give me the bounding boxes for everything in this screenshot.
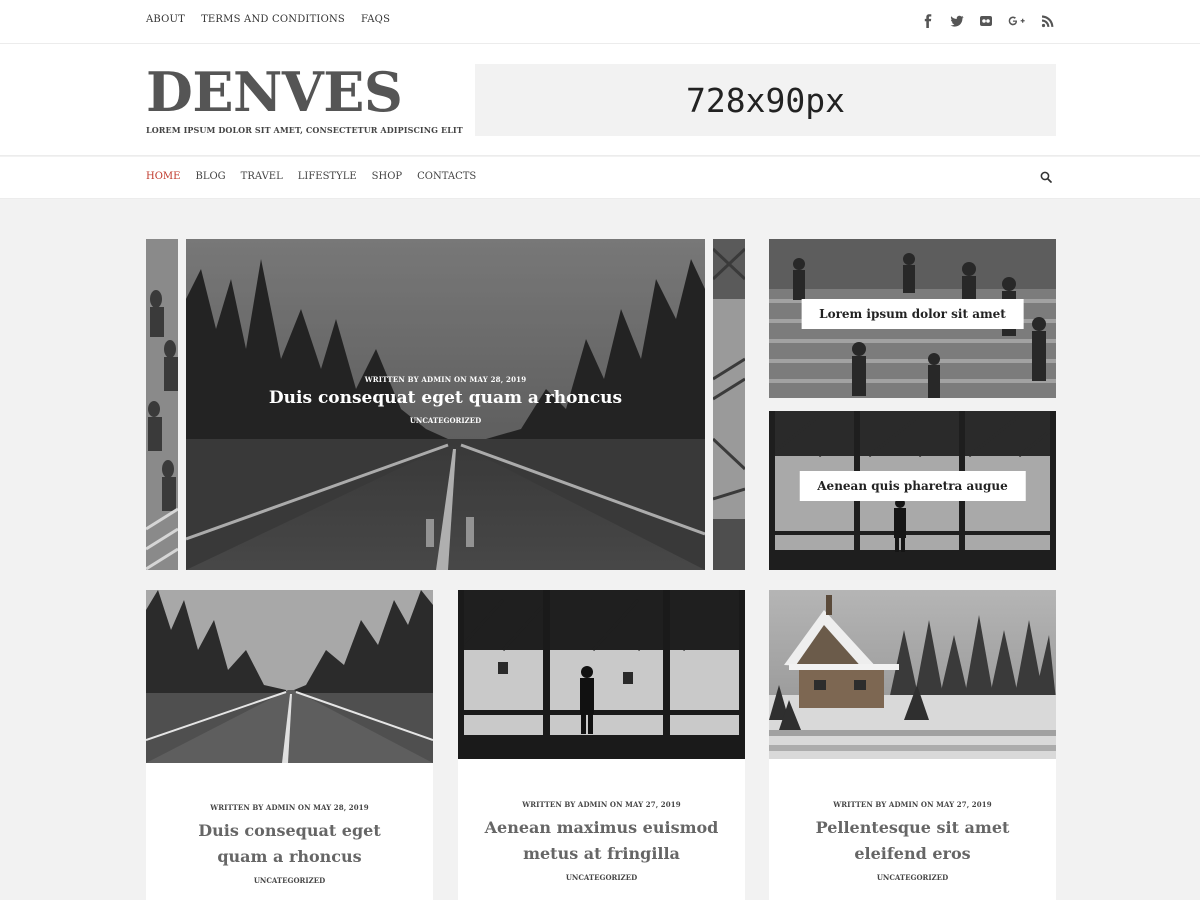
nav-item-travel[interactable]: TRAVEL bbox=[241, 171, 283, 182]
site-header: DENVES LOREM IPSUM DOLOR SIT AMET, CONSE… bbox=[0, 44, 1200, 156]
slider-caption: WRITTEN BY ADMIN ON MAY 28, 2019 Duis co… bbox=[186, 375, 705, 425]
side-feature-2[interactable]: Aenean quis pharetra augue bbox=[769, 411, 1056, 570]
top-nav: ABOUT TERMS AND CONDITIONS FAQS bbox=[146, 14, 390, 25]
search-icon[interactable] bbox=[1040, 171, 1054, 185]
slider-prev-peek[interactable] bbox=[146, 239, 178, 570]
post-card-1-body: WRITTEN BY ADMIN ON MAY 28, 2019 Duis co… bbox=[146, 803, 433, 885]
post-meta: WRITTEN BY ADMIN ON MAY 28, 2019 bbox=[210, 803, 369, 812]
nav-item-contacts[interactable]: CONTACTS bbox=[417, 171, 476, 182]
post-meta: WRITTEN BY ADMIN ON MAY 27, 2019 bbox=[833, 800, 992, 809]
slider-main-slide[interactable]: WRITTEN BY ADMIN ON MAY 28, 2019 Duis co… bbox=[186, 239, 705, 570]
post-card-3-body: WRITTEN BY ADMIN ON MAY 27, 2019 Pellent… bbox=[769, 800, 1056, 882]
rss-icon[interactable] bbox=[1040, 12, 1056, 30]
post-title[interactable]: Aenean maximus euismod metus at fringill… bbox=[484, 815, 719, 867]
snow-cabin-thumb bbox=[769, 590, 1056, 759]
post-meta: WRITTEN BY ADMIN ON MAY 27, 2019 bbox=[522, 800, 681, 809]
nav-item-home[interactable]: HOME bbox=[146, 171, 180, 182]
post-thumbnail-1[interactable] bbox=[146, 590, 433, 763]
top-link-terms[interactable]: TERMS AND CONDITIONS bbox=[201, 14, 345, 25]
site-logo[interactable]: DENVES bbox=[146, 62, 403, 122]
main-nav: HOME BLOG TRAVEL LIFESTYLE SHOP CONTACTS bbox=[0, 157, 1200, 199]
slider-title[interactable]: Duis consequat eget quam a rhoncus bbox=[186, 388, 705, 408]
slider-category[interactable]: UNCATEGORIZED bbox=[186, 416, 705, 425]
side-feature-2-title[interactable]: Aenean quis pharetra augue bbox=[799, 471, 1026, 501]
post-card-2-body: WRITTEN BY ADMIN ON MAY 27, 2019 Aenean … bbox=[458, 800, 745, 882]
ad-banner-text: 728x90px bbox=[686, 80, 845, 120]
post-card-3[interactable]: WRITTEN BY ADMIN ON MAY 27, 2019 Pellent… bbox=[769, 590, 1056, 900]
top-link-faqs[interactable]: FAQS bbox=[361, 14, 390, 25]
post-category[interactable]: UNCATEGORIZED bbox=[172, 876, 407, 885]
twitter-icon[interactable] bbox=[949, 12, 965, 30]
flickr-icon[interactable] bbox=[978, 12, 994, 30]
post-card-2[interactable]: WRITTEN BY ADMIN ON MAY 27, 2019 Aenean … bbox=[458, 590, 745, 900]
post-title[interactable]: Duis consequat eget quam a rhoncus bbox=[172, 818, 407, 870]
post-thumbnail-2[interactable] bbox=[458, 590, 745, 759]
side-feature-1[interactable]: Lorem ipsum dolor sit amet bbox=[769, 239, 1056, 398]
post-category[interactable]: UNCATEGORIZED bbox=[795, 873, 1030, 882]
slider-next-peek[interactable] bbox=[713, 239, 745, 570]
hangar-thumb bbox=[458, 590, 745, 759]
slider-meta: WRITTEN BY ADMIN ON MAY 28, 2019 bbox=[364, 375, 527, 384]
facebook-icon[interactable] bbox=[920, 12, 936, 30]
forest-road-thumb bbox=[146, 590, 433, 763]
post-category[interactable]: UNCATEGORIZED bbox=[484, 873, 719, 882]
side-feature-1-title[interactable]: Lorem ipsum dolor sit amet bbox=[801, 299, 1024, 329]
top-bar: ABOUT TERMS AND CONDITIONS FAQS bbox=[0, 0, 1200, 44]
post-card-1[interactable]: WRITTEN BY ADMIN ON MAY 28, 2019 Duis co… bbox=[146, 590, 433, 900]
google-plus-icon[interactable] bbox=[1007, 12, 1027, 30]
site-tagline: LOREM IPSUM DOLOR SIT AMET, CONSECTETUR … bbox=[146, 125, 463, 135]
ad-banner[interactable]: 728x90px bbox=[475, 64, 1056, 136]
top-link-about[interactable]: ABOUT bbox=[146, 14, 185, 25]
nav-item-shop[interactable]: SHOP bbox=[372, 171, 403, 182]
nav-item-blog[interactable]: BLOG bbox=[195, 171, 225, 182]
nav-item-lifestyle[interactable]: LIFESTYLE bbox=[298, 171, 357, 182]
post-thumbnail-3[interactable] bbox=[769, 590, 1056, 759]
social-icons bbox=[920, 12, 1056, 30]
post-title[interactable]: Pellentesque sit amet eleifend eros bbox=[795, 815, 1030, 867]
